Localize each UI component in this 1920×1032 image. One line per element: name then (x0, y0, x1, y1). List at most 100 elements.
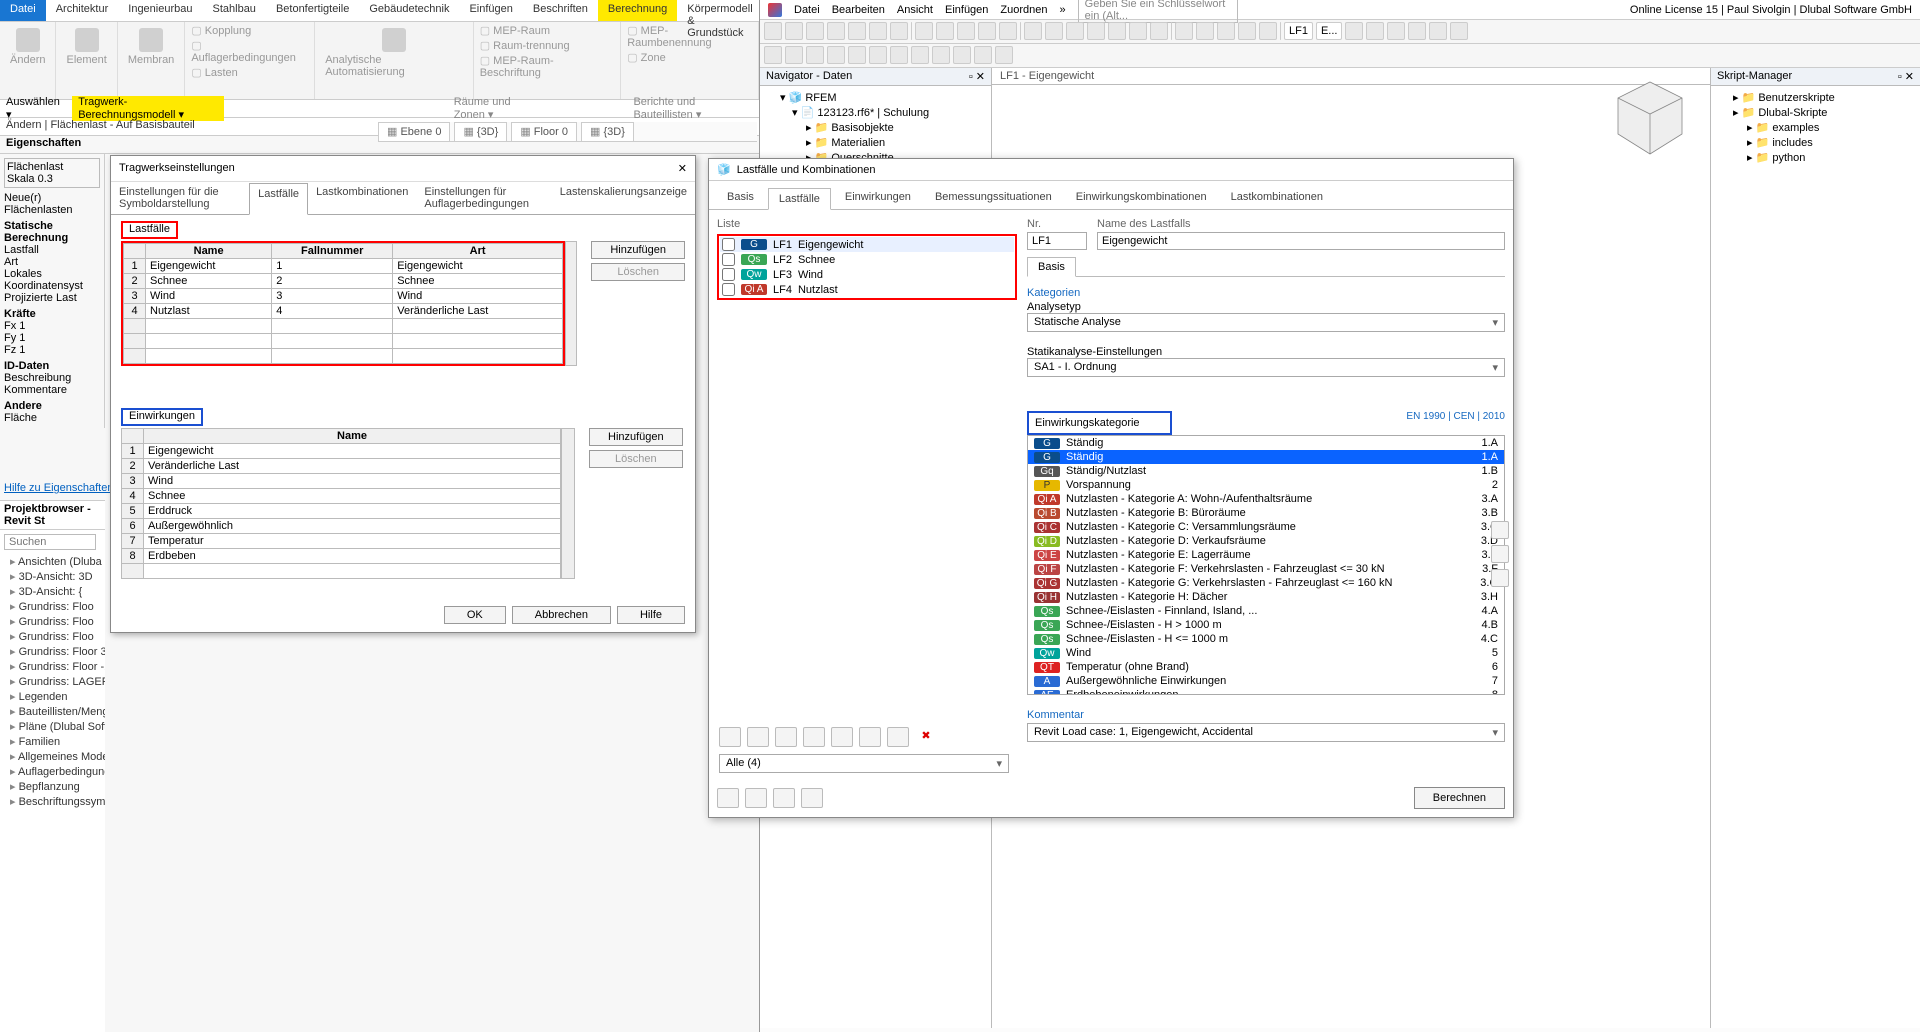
tool-icon[interactable] (1408, 22, 1426, 40)
script-tree-item[interactable]: examples (1719, 120, 1912, 135)
dialog-tab[interactable]: Einstellungen für Auflagerbedingungen (416, 182, 551, 214)
tool-icon[interactable] (1150, 22, 1168, 40)
tool-icon[interactable] (936, 22, 954, 40)
tool-icon[interactable] (1217, 22, 1235, 40)
ribbon-tab-active[interactable]: Berechnung (598, 0, 677, 21)
tree-item[interactable]: Ansichten (Dluba (10, 554, 105, 569)
view-tab[interactable]: Floor 0 (511, 122, 577, 141)
ribbon-tab[interactable]: Stahlbau (203, 0, 266, 21)
view-tab[interactable]: Ebene 0 (378, 122, 450, 141)
tool-icon[interactable] (764, 22, 782, 40)
table-row[interactable]: 2Schnee2Schnee (124, 274, 563, 289)
tree-item[interactable]: Familien (10, 734, 105, 749)
tool-icon[interactable] (848, 22, 866, 40)
row-checkbox[interactable] (722, 268, 735, 281)
ribbon-btn[interactable]: Analytische Automatisierung (321, 24, 467, 82)
tool-icon[interactable] (932, 46, 950, 64)
tree-item[interactable]: Auflagerbedingungen (10, 764, 105, 779)
tree-item[interactable]: Grundriss: Floor -1 (10, 659, 105, 674)
table-row[interactable]: 8Erdbeben (122, 549, 561, 564)
category-row[interactable]: Qi HNutzlasten - Kategorie H: Dächer3.H (1028, 590, 1504, 604)
tool-icon[interactable] (1066, 22, 1084, 40)
tool-icon[interactable] (974, 46, 992, 64)
calculate-button[interactable]: Berechnen (1414, 787, 1505, 809)
tool-icon[interactable] (1491, 569, 1509, 587)
category-row[interactable]: QsSchnee-/Eislasten - H <= 1000 m4.C (1028, 632, 1504, 646)
loadcase-row[interactable]: QwLF3Wind (720, 267, 1014, 282)
category-row[interactable]: GqStändig/Nutzlast1.B (1028, 464, 1504, 478)
tool-icon[interactable] (775, 727, 797, 747)
tree-item[interactable]: 3D-Ansicht: 3D (10, 569, 105, 584)
category-row[interactable]: Qi GNutzlasten - Kategorie G: Verkehrsla… (1028, 576, 1504, 590)
ribbon-list[interactable]: MEP-RaumRaum-trennungMEP-Raum-Beschriftu… (480, 24, 614, 79)
dialog-tab[interactable]: Lastenskalierungsanzeige (552, 182, 695, 214)
menu-item[interactable]: Ansicht (897, 4, 933, 16)
tool-icon[interactable] (1238, 22, 1256, 40)
category-row[interactable]: Qi FNutzlasten - Kategorie F: Verkehrsla… (1028, 562, 1504, 576)
menu-item[interactable]: Zuordnen (1000, 4, 1047, 16)
tool-icon[interactable] (999, 22, 1017, 40)
project-search-input[interactable] (4, 534, 96, 550)
ribbon-tab[interactable]: Architektur (46, 0, 119, 21)
panel-close-icon[interactable]: ▫ ✕ (969, 70, 985, 83)
tool-icon[interactable] (1045, 22, 1063, 40)
tool-icon[interactable] (806, 46, 824, 64)
lf-combo[interactable]: E... (1316, 22, 1343, 40)
table-row[interactable]: 5Erddruck (122, 504, 561, 519)
table-row[interactable]: 4Nutzlast4Veränderliche Last (124, 304, 563, 319)
dialog-tab[interactable]: Einstellungen für die Symboldarstellung (111, 182, 249, 214)
ribbon-btn[interactable]: Ändern (6, 24, 49, 70)
category-row[interactable]: GStändig1.A (1028, 436, 1504, 450)
view-tab[interactable]: {3D} (454, 122, 507, 141)
model-dropdown[interactable]: Tragwerk-Berechnungsmodell ▾ (72, 96, 224, 121)
document-tab[interactable]: LF1 - Eigengewicht (992, 68, 1710, 85)
analysistype-combo[interactable]: Statische Analyse (1027, 313, 1505, 332)
tool-icon[interactable] (953, 46, 971, 64)
category-row[interactable]: AAußergewöhnliche Einwirkungen7 (1028, 674, 1504, 688)
close-icon[interactable]: ✕ (678, 162, 687, 175)
tool-icon[interactable] (1387, 22, 1405, 40)
tool-icon[interactable] (1129, 22, 1147, 40)
tool-icon[interactable] (827, 22, 845, 40)
tool-icon[interactable] (890, 46, 908, 64)
nr-input[interactable]: LF1 (1027, 232, 1087, 250)
script-tree-item[interactable]: Dlubal-Skripte (1719, 105, 1912, 120)
row-checkbox[interactable] (722, 253, 735, 266)
table-row[interactable]: 6Außergewöhnlich (122, 519, 561, 534)
view-tab[interactable]: {3D} (581, 122, 634, 141)
menu-item[interactable]: Bearbeiten (832, 4, 885, 16)
category-row[interactable]: Qi CNutzlasten - Kategorie C: Versammlun… (1028, 520, 1504, 534)
tool-icon[interactable] (773, 788, 795, 808)
tool-icon[interactable] (806, 22, 824, 40)
tool-icon[interactable] (995, 46, 1013, 64)
filter-combo[interactable]: Alle (4) (719, 754, 1009, 773)
ribbon-tab[interactable]: Einfügen (459, 0, 522, 21)
add-button[interactable]: Hinzufügen (591, 241, 685, 259)
tool-icon[interactable] (803, 727, 825, 747)
tool-icon[interactable] (1259, 22, 1277, 40)
view-cube-icon[interactable] (1610, 78, 1690, 158)
search-input[interactable]: Geben Sie ein Schlüsselwort ein (Alt... (1078, 0, 1238, 23)
loadcase-row[interactable]: QsLF2Schnee (720, 252, 1014, 267)
category-row[interactable]: QTTemperatur (ohne Brand)6 (1028, 660, 1504, 674)
tree-item[interactable]: Legenden (10, 689, 105, 704)
tool-icon[interactable] (911, 46, 929, 64)
tool-icon[interactable] (869, 22, 887, 40)
category-row[interactable]: GStändig1.A (1028, 450, 1504, 464)
tool-icon[interactable] (717, 788, 739, 808)
script-tree-item[interactable]: python (1719, 150, 1912, 165)
ribbon-tab[interactable]: Körpermodell & Grundstück (677, 0, 762, 21)
table-row[interactable]: 2Veränderliche Last (122, 459, 561, 474)
category-row[interactable]: QsSchnee-/Eislasten - Finnland, Island, … (1028, 604, 1504, 618)
table-scrollbar[interactable] (565, 241, 577, 366)
tree-item[interactable]: Bauteillisten/Mengen (Dlubal Software) (10, 704, 105, 719)
cancel-button[interactable]: Abbrechen (512, 606, 611, 624)
tree-item[interactable]: Pläne (Dlubal Software) (10, 719, 105, 734)
tool-icon[interactable] (957, 22, 975, 40)
tree-item[interactable]: Allgemeines Modell (10, 749, 105, 764)
properties-help-link[interactable]: Hilfe zu Eigenschaften (4, 482, 113, 494)
ribbon-list[interactable]: MEP-RaumbenennungZone (627, 24, 752, 64)
tool-icon[interactable] (1450, 22, 1468, 40)
comment-input[interactable]: Revit Load case: 1, Eigengewicht, Accide… (1027, 723, 1505, 742)
tool-icon[interactable] (1196, 22, 1214, 40)
